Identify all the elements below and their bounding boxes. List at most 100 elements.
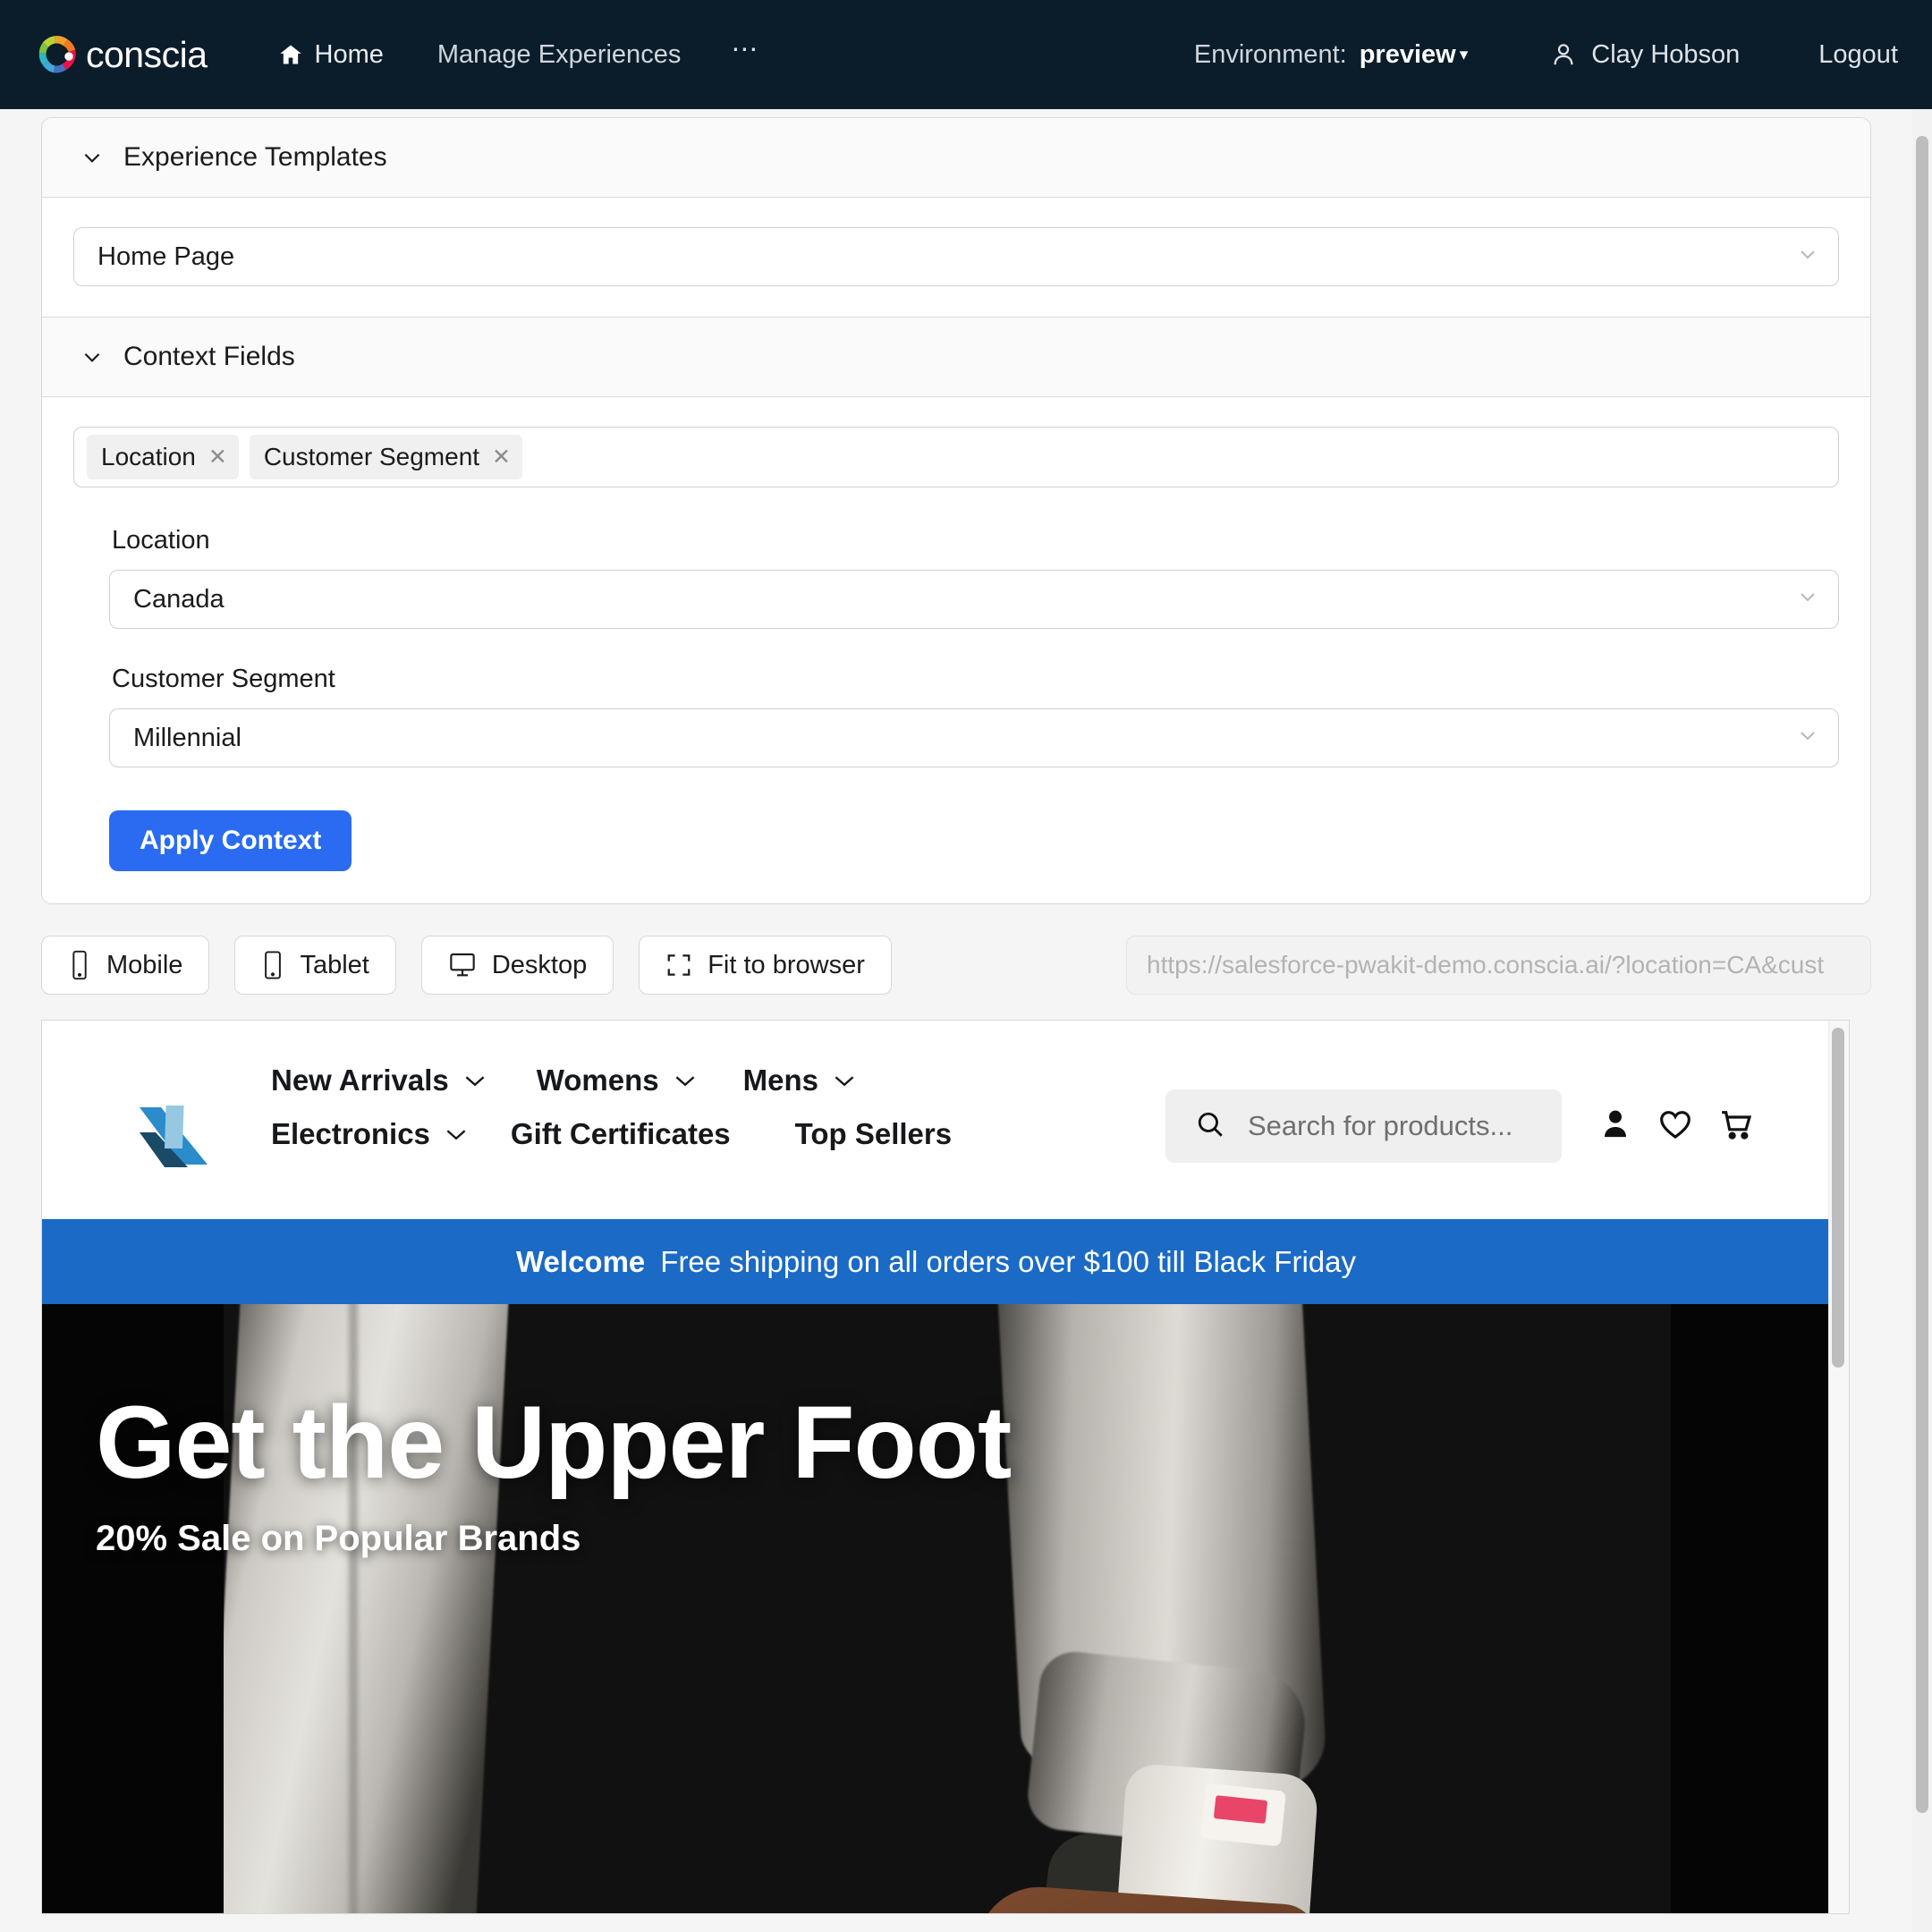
page-scrollbar-thumb[interactable] xyxy=(1916,136,1928,1813)
site-nav: New Arrivals Womens Mens Electronics Gif… xyxy=(271,1063,1058,1151)
viewport-mobile-label: Mobile xyxy=(106,950,183,979)
site-nav-top-sellers-label: Top Sellers xyxy=(794,1117,953,1150)
search-placeholder: Search for products... xyxy=(1248,1110,1513,1141)
chevron-down-icon xyxy=(463,1074,487,1088)
site-nav-mens-label: Mens xyxy=(742,1063,818,1097)
context-fields-title: Context Fields xyxy=(123,342,295,371)
chevron-down-icon xyxy=(1797,585,1818,614)
apply-context-button[interactable]: Apply Context xyxy=(109,810,352,871)
chevron-down-icon xyxy=(833,1074,856,1088)
admin-nav-right: Environment: preview ▾ Clay Hobson Logou… xyxy=(1194,40,1898,70)
context-fields-body: Location ✕ Customer Segment ✕ Location C… xyxy=(42,397,1870,903)
home-icon xyxy=(277,42,304,67)
desktop-monitor-icon xyxy=(448,952,477,979)
context-tag-location-label: Location xyxy=(101,443,196,470)
nav-item-home[interactable]: Home xyxy=(277,31,384,79)
hero-text-block: Get the Upper Foot 20% Sale on Popular B… xyxy=(96,1385,1012,1559)
user-icon xyxy=(1550,40,1577,69)
hero-section: Get the Upper Foot 20% Sale on Popular B… xyxy=(42,1304,1830,1913)
chevron-down-icon xyxy=(80,146,123,169)
app-body: Experience Templates Home Page Context F… xyxy=(0,109,1932,1932)
viewport-desktop-button[interactable]: Desktop xyxy=(420,936,614,995)
chevron-down-icon xyxy=(1797,724,1818,753)
viewport-mobile-button[interactable]: Mobile xyxy=(41,936,210,995)
viewport-fit-to-browser-button[interactable]: Fit to browser xyxy=(639,936,892,995)
site-nav-gift-certificates-label: Gift Certificates xyxy=(510,1117,731,1150)
admin-top-nav: conscia Home Manage Experiences ⋯ Enviro… xyxy=(0,0,1932,109)
user-menu[interactable]: Clay Hobson xyxy=(1550,40,1740,70)
page-scrollbar-track[interactable] xyxy=(1912,109,1932,1932)
context-tag-location[interactable]: Location ✕ xyxy=(87,435,239,479)
experience-templates-body: Home Page xyxy=(42,198,1870,318)
viewport-tablet-button[interactable]: Tablet xyxy=(234,936,396,995)
context-fields-header[interactable]: Context Fields xyxy=(42,318,1870,397)
close-icon[interactable]: ✕ xyxy=(208,444,227,470)
search-input[interactable]: Search for products... xyxy=(1165,1089,1562,1163)
fit-to-browser-icon xyxy=(665,952,692,979)
chevron-down-icon xyxy=(674,1074,697,1088)
site-header: New Arrivals Womens Mens Electronics Gif… xyxy=(42,1021,1830,1219)
main-content: Experience Templates Home Page Context F… xyxy=(41,117,1871,1914)
promo-banner-text: Free shipping on all orders over $100 ti… xyxy=(660,1244,1356,1278)
close-icon[interactable]: ✕ xyxy=(492,444,511,470)
experience-template-value: Home Page xyxy=(97,242,235,271)
viewport-toolbar: Mobile Tablet Desktop Fit to browser htt… xyxy=(41,931,1871,999)
environment-label: Environment: xyxy=(1193,39,1347,69)
context-fields-tag-select[interactable]: Location ✕ Customer Segment ✕ xyxy=(73,427,1839,487)
site-header-right: Search for products... xyxy=(1165,1089,1755,1163)
promo-banner: Welcome Free shipping on all orders over… xyxy=(42,1219,1830,1304)
site-nav-womens-label: Womens xyxy=(536,1063,659,1097)
experience-templates-header[interactable]: Experience Templates xyxy=(42,118,1870,198)
site-header-icons xyxy=(1597,1106,1755,1147)
preview-iframe: New Arrivals Womens Mens Electronics Gif… xyxy=(41,1020,1850,1914)
site-nav-gift-certificates[interactable]: Gift Certificates xyxy=(511,1117,731,1151)
account-icon[interactable] xyxy=(1597,1106,1633,1147)
shopping-cart-icon[interactable] xyxy=(1717,1106,1755,1147)
preview-scrollbar-thumb[interactable] xyxy=(1832,1028,1844,1368)
customer-segment-select[interactable]: Millennial xyxy=(109,708,1839,767)
brand[interactable]: conscia xyxy=(34,31,208,78)
nav-overflow-menu[interactable]: ⋯ xyxy=(731,28,759,81)
site-logo-icon[interactable] xyxy=(132,1082,215,1172)
experience-templates-title: Experience Templates xyxy=(123,142,387,172)
viewport-tablet-label: Tablet xyxy=(300,950,369,979)
logout-button[interactable]: Logout xyxy=(1818,40,1898,70)
brand-name: conscia xyxy=(86,33,208,75)
preview-site: New Arrivals Womens Mens Electronics Gif… xyxy=(42,1021,1830,1913)
admin-nav-links: Home Manage Experiences ⋯ xyxy=(277,28,760,81)
wishlist-heart-icon[interactable] xyxy=(1657,1106,1694,1147)
tablet-icon xyxy=(261,950,284,980)
search-icon xyxy=(1195,1109,1225,1144)
site-nav-new-arrivals-label: New Arrivals xyxy=(271,1063,449,1097)
site-nav-womens[interactable]: Womens xyxy=(537,1063,697,1097)
customer-segment-value: Millennial xyxy=(133,723,242,752)
hero-title: Get the Upper Foot xyxy=(96,1385,1012,1500)
hero-subtitle: 20% Sale on Popular Brands xyxy=(96,1518,581,1558)
preview-scrollbar-track[interactable] xyxy=(1828,1021,1849,1913)
nav-item-manage-experiences[interactable]: Manage Experiences xyxy=(437,31,681,79)
context-tag-customer-segment[interactable]: Customer Segment ✕ xyxy=(249,435,522,479)
site-nav-electronics[interactable]: Electronics xyxy=(271,1117,468,1151)
viewport-fit-to-browser-label: Fit to browser xyxy=(708,950,865,979)
chevron-down-icon xyxy=(80,345,123,369)
preview-url-value: https://salesforce-pwakit-demo.conscia.a… xyxy=(1147,951,1825,979)
chevron-down-icon xyxy=(1797,242,1818,272)
overflow-menu-icon: ⋯ xyxy=(731,35,760,64)
nav-item-home-label: Home xyxy=(314,39,384,69)
site-nav-row-1: New Arrivals Womens Mens xyxy=(271,1063,1058,1097)
site-nav-row-2: Electronics Gift Certificates Top Seller… xyxy=(271,1117,1058,1151)
experience-template-select[interactable]: Home Page xyxy=(73,227,1839,286)
field-location: Location Canada xyxy=(109,526,1839,629)
site-nav-top-sellers[interactable]: Top Sellers xyxy=(795,1117,952,1151)
site-nav-mens[interactable]: Mens xyxy=(743,1063,856,1097)
mobile-phone-icon xyxy=(68,950,91,980)
field-customer-segment-label: Customer Segment xyxy=(112,665,335,693)
preview-url-input[interactable]: https://salesforce-pwakit-demo.conscia.a… xyxy=(1126,936,1871,995)
field-location-label: Location xyxy=(112,526,210,555)
location-select[interactable]: Canada xyxy=(109,570,1839,629)
nav-item-manage-experiences-label: Manage Experiences xyxy=(436,39,682,69)
caret-down-icon[interactable]: ▾ xyxy=(1460,45,1469,65)
environment-value[interactable]: preview xyxy=(1360,40,1456,70)
site-nav-new-arrivals[interactable]: New Arrivals xyxy=(271,1063,487,1097)
chevron-down-icon xyxy=(445,1128,468,1141)
